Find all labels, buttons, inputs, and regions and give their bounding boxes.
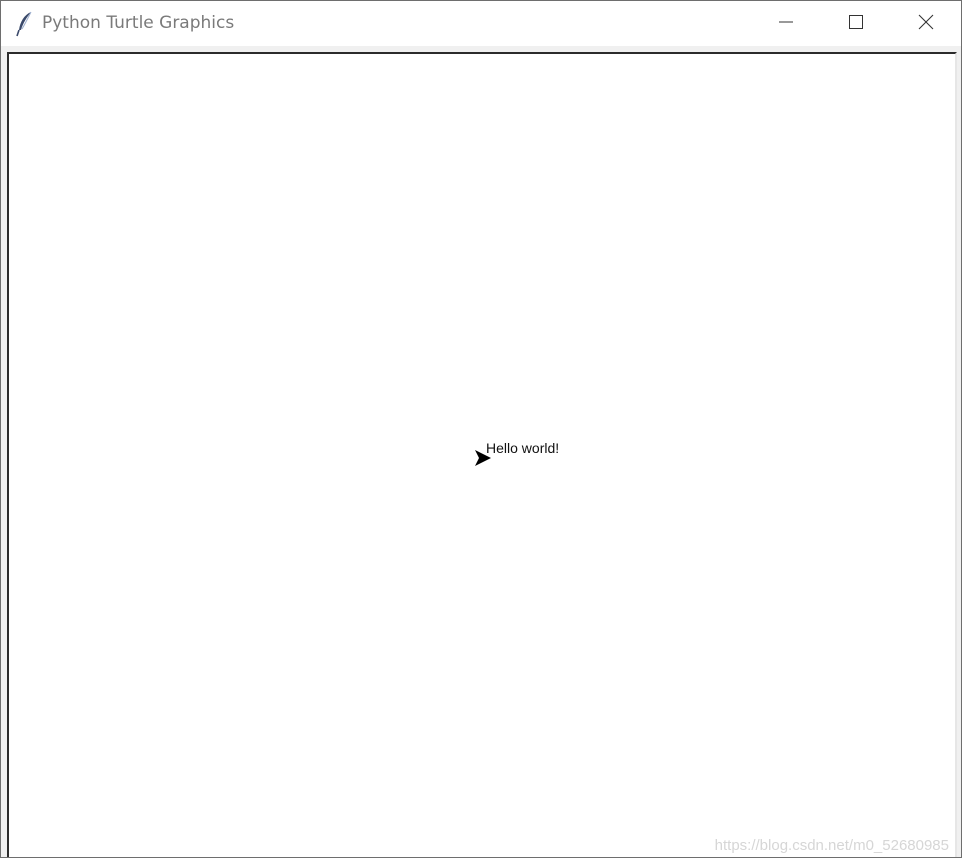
close-icon [917, 13, 935, 35]
turtle-canvas[interactable]: Hello world! https://blog.csdn.net/m0_52… [7, 52, 957, 857]
canvas-text: Hello world! [486, 440, 560, 456]
title-bar[interactable]: Python Turtle Graphics [1, 1, 961, 46]
feather-icon [15, 11, 35, 37]
window-title: Python Turtle Graphics [42, 13, 235, 33]
maximize-button[interactable] [821, 1, 891, 46]
maximize-icon [848, 14, 864, 34]
watermark: https://blog.csdn.net/m0_52680985 [714, 837, 949, 854]
minimize-button[interactable] [751, 1, 821, 46]
minimize-icon [778, 14, 794, 34]
close-button[interactable] [891, 1, 961, 46]
turtle-window: Python Turtle Graphics Hello world! http… [0, 0, 962, 858]
